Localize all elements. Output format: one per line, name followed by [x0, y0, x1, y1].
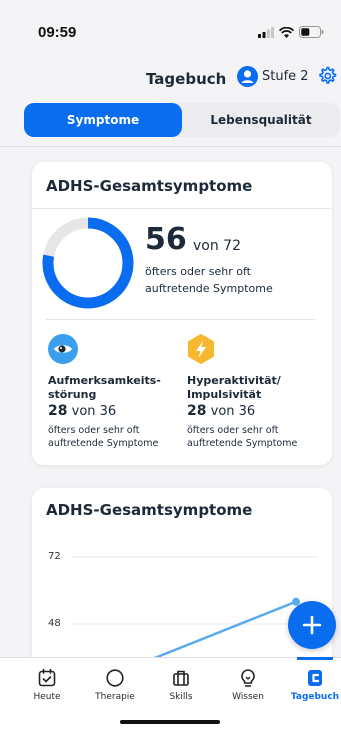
inattention-number: 28 — [48, 403, 68, 419]
add-entry-button[interactable] — [288, 601, 336, 649]
active-tab-indicator — [297, 657, 333, 660]
summary-card-title: ADHS-Gesamtsymptome — [46, 177, 253, 195]
inattention-title: Aufmerksamkeits-störung — [48, 374, 161, 401]
calendar-check-icon — [38, 668, 56, 687]
gear-icon — [319, 66, 337, 84]
home-indicator — [120, 720, 220, 724]
card-divider — [32, 208, 332, 209]
progress-donut — [42, 217, 134, 309]
chart-card-title: ADHS-Gesamtsymptome — [46, 501, 253, 519]
tab-label: Wissen — [232, 692, 264, 702]
y-tick-label: 72 — [48, 551, 61, 562]
status-icons — [258, 26, 324, 38]
level-label: Stufe 2 — [262, 69, 309, 84]
battery-icon — [299, 26, 324, 38]
tab-therapie[interactable]: Therapie — [84, 668, 146, 702]
lightbulb-icon — [241, 669, 255, 687]
tab-heute[interactable]: Heute — [16, 668, 78, 702]
hyperactivity-value: 28 von 36 — [187, 403, 255, 419]
eye-icon — [48, 334, 78, 364]
total-of-label: von 72 — [193, 238, 241, 254]
page-title: Tagebuch — [146, 70, 227, 88]
total-value: 56 — [145, 222, 187, 257]
settings-button[interactable] — [317, 66, 337, 90]
tab-tagebuch[interactable]: Tagebuch — [284, 668, 341, 702]
lightning-icon — [188, 334, 214, 364]
signal-icon — [258, 26, 274, 38]
status-time: 09:59 — [38, 24, 77, 41]
tab-label: Therapie — [95, 692, 135, 702]
wifi-icon — [279, 26, 294, 38]
tab-label: Skills — [169, 692, 193, 702]
inattention-of: von 36 — [71, 404, 117, 419]
circle-icon — [106, 669, 124, 687]
inattention-value: 28 von 36 — [48, 403, 116, 419]
tab-symptome[interactable]: Symptome — [24, 103, 182, 137]
y-tick-label: 48 — [48, 618, 61, 629]
tab-lebensqualitaet[interactable]: Lebensqualität — [182, 103, 340, 137]
inattention-description: öfters oder sehr oft auftretende Symptom… — [48, 425, 159, 449]
tab-skills[interactable]: Skills — [150, 668, 212, 702]
level-badge[interactable]: Stufe 2 — [237, 66, 309, 87]
toolbox-icon — [173, 670, 189, 686]
hyperactivity-of: von 36 — [210, 404, 256, 419]
total-description: öfters oder sehr oft auftretende Symptom… — [145, 265, 273, 295]
hyperactivity-description: öfters oder sehr oft auftretende Symptom… — [187, 425, 298, 449]
diary-icon — [308, 670, 322, 686]
card-divider-inner — [46, 319, 316, 320]
tab-label: Heute — [33, 692, 61, 702]
tab-wissen[interactable]: Wissen — [217, 668, 279, 702]
hyperactivity-title: Hyperaktivität/Impulsivität — [187, 374, 281, 401]
header-divider — [0, 146, 341, 147]
tab-label: Tagebuch — [290, 692, 340, 702]
user-circle-icon — [237, 66, 258, 87]
plus-icon — [302, 615, 322, 635]
hyperactivity-number: 28 — [187, 403, 207, 419]
